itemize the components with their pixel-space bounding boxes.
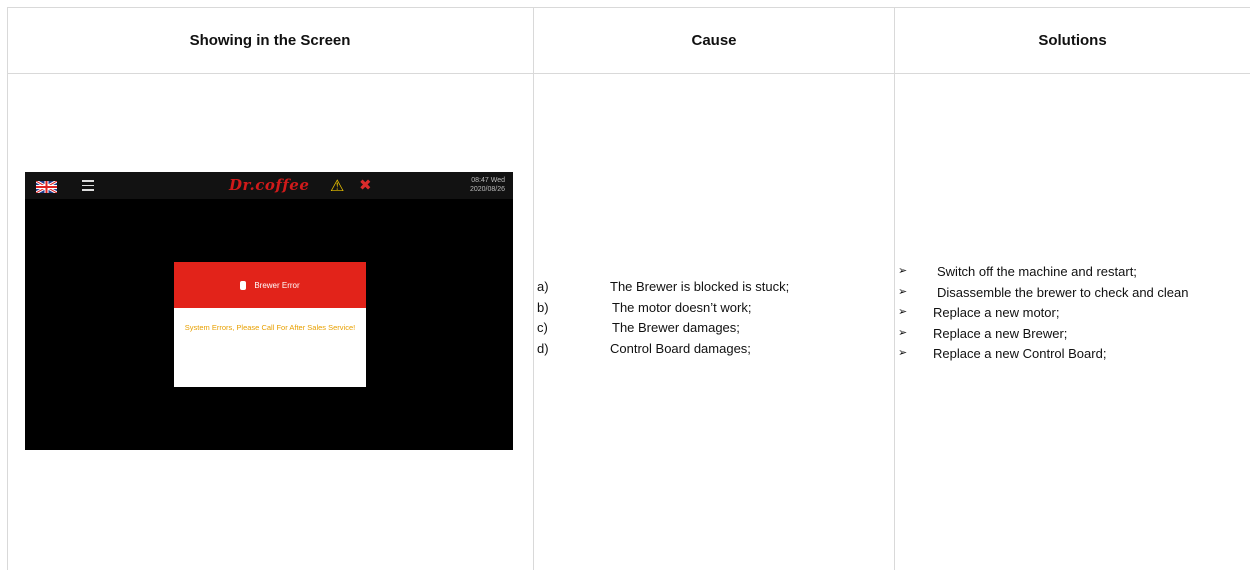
list-marker: b) bbox=[537, 299, 549, 315]
solution-text: Replace a new Control Board; bbox=[933, 346, 1107, 361]
cause-text: Control Board damages; bbox=[610, 340, 751, 356]
date: 2020/08/26 bbox=[469, 186, 505, 193]
header-screen: Showing in the Screen bbox=[189, 31, 351, 49]
solution-text: Replace a new Brewer; bbox=[933, 325, 1068, 341]
cause-text: The Brewer is blocked is stuck; bbox=[610, 279, 790, 294]
header-cause: Cause bbox=[691, 31, 737, 49]
error-dialog-header: Brewer Error bbox=[174, 262, 366, 308]
header-solutions: Solutions bbox=[1038, 31, 1107, 49]
column-divider bbox=[533, 7, 534, 570]
list-marker: c) bbox=[537, 320, 548, 335]
menu-icon bbox=[82, 180, 94, 194]
error-dialog: Brewer Error System Errors, Please Call … bbox=[174, 262, 366, 387]
arrow-bullet-icon: ➢ bbox=[898, 306, 908, 318]
time: 08:47 Wed bbox=[471, 177, 505, 184]
machine-screen-image: Dr.coffee ⚠ ✖ 08:47 Wed 2020/08/26 Brewe… bbox=[25, 172, 513, 450]
arrow-bullet-icon: ➢ bbox=[898, 265, 908, 277]
solution-text: Disassemble the brewer to check and clea… bbox=[937, 284, 1189, 300]
error-dialog-message: System Errors, Please Call For After Sal… bbox=[184, 323, 356, 332]
arrow-bullet-icon: ➢ bbox=[898, 285, 908, 298]
header-divider bbox=[7, 73, 1250, 74]
uk-flag-icon bbox=[36, 181, 57, 193]
cause-text: The Brewer damages; bbox=[612, 320, 740, 335]
arrow-bullet-icon: ➢ bbox=[898, 326, 908, 339]
error-dialog-title: Brewer Error bbox=[254, 280, 300, 290]
clock: 08:47 Wed 2020/08/26 bbox=[470, 176, 505, 194]
screen-top-bar: Dr.coffee ⚠ ✖ 08:47 Wed 2020/08/26 bbox=[25, 172, 513, 199]
tools-icon: ✖ bbox=[359, 177, 372, 194]
solution-text: Replace a new motor; bbox=[933, 305, 1060, 320]
brand-logo: Dr.coffee bbox=[229, 176, 310, 194]
list-marker: a) bbox=[537, 279, 549, 294]
solution-text: Switch off the machine and restart; bbox=[937, 264, 1137, 279]
brewer-icon bbox=[240, 280, 247, 290]
column-divider bbox=[894, 7, 895, 570]
warning-icon: ⚠ bbox=[330, 178, 345, 195]
arrow-bullet-icon: ➢ bbox=[898, 347, 908, 359]
list-marker: d) bbox=[537, 340, 549, 356]
cause-text: The motor doesn’t work; bbox=[612, 299, 752, 315]
